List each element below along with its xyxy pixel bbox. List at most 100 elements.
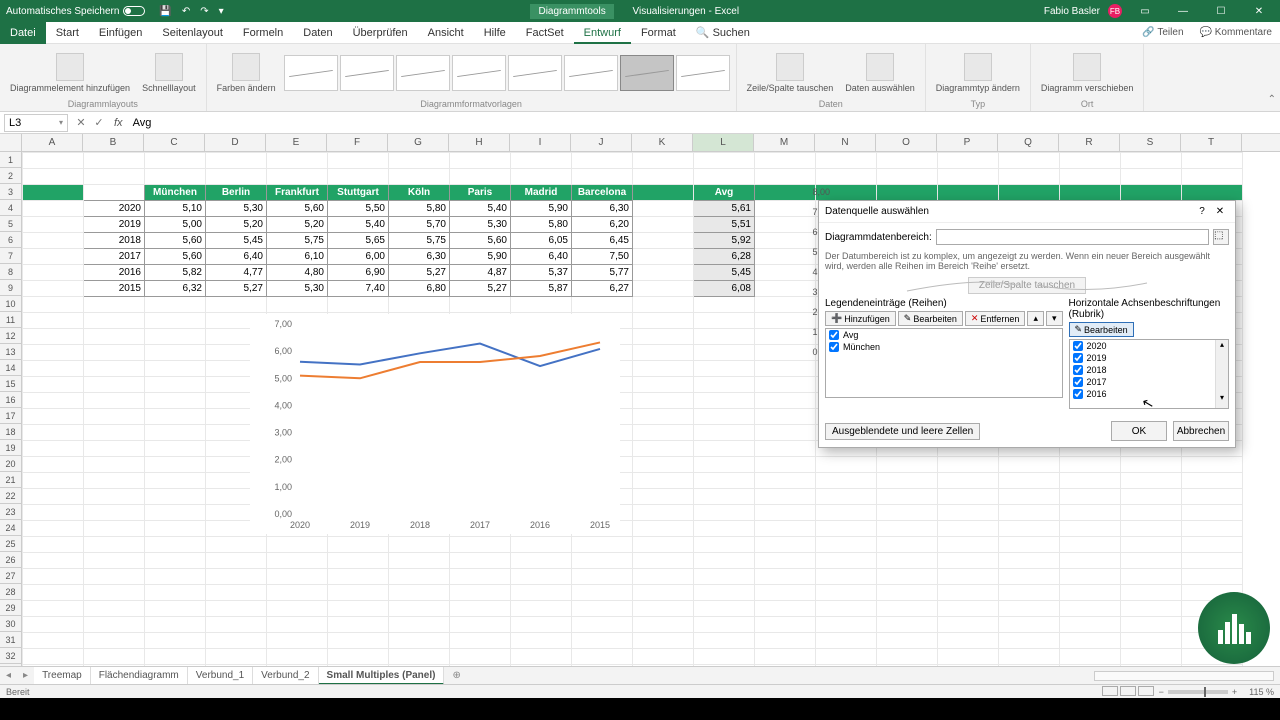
cell[interactable] (1121, 489, 1182, 505)
cell[interactable]: 6,40 (511, 249, 572, 265)
hidden-cells-button[interactable]: Ausgeblendete und leere Zellen (825, 423, 980, 440)
embedded-chart[interactable]: 0,001,002,003,004,005,006,007,0020202019… (250, 314, 620, 534)
cell[interactable]: 4,87 (450, 265, 511, 281)
zoom-out-icon[interactable]: − (1159, 687, 1164, 697)
cell[interactable] (633, 297, 694, 313)
col-header[interactable]: S (1120, 134, 1181, 151)
cell[interactable]: 5,60 (267, 201, 328, 217)
comments-button[interactable]: 💬 Kommentare (1192, 27, 1280, 38)
series-up-button[interactable]: ▴ (1027, 311, 1044, 326)
cell[interactable] (84, 153, 145, 169)
cell[interactable]: 4,80 (267, 265, 328, 281)
cell[interactable] (694, 521, 755, 537)
cell[interactable] (1182, 521, 1243, 537)
cell[interactable] (999, 617, 1060, 633)
cell[interactable]: Avg (694, 185, 755, 201)
cell[interactable] (206, 585, 267, 601)
cell[interactable] (1060, 585, 1121, 601)
cell[interactable] (877, 601, 938, 617)
cell[interactable] (1121, 617, 1182, 633)
cell[interactable] (1060, 521, 1121, 537)
cell[interactable] (755, 649, 816, 665)
cell[interactable] (633, 233, 694, 249)
cell[interactable] (145, 521, 206, 537)
cell[interactable] (23, 473, 84, 489)
cell[interactable] (389, 553, 450, 569)
cell[interactable] (633, 649, 694, 665)
cell[interactable] (1121, 569, 1182, 585)
cell[interactable] (1060, 649, 1121, 665)
cell[interactable] (877, 169, 938, 185)
cell[interactable] (145, 537, 206, 553)
formula-input[interactable]: Avg (129, 117, 1280, 129)
view-buttons[interactable] (1101, 686, 1155, 698)
ok-button[interactable]: OK (1111, 421, 1167, 441)
cell[interactable]: 6,27 (572, 281, 633, 297)
cell[interactable] (23, 441, 84, 457)
cell[interactable] (450, 569, 511, 585)
cell[interactable] (999, 473, 1060, 489)
add-series-button[interactable]: ➕Hinzufügen (825, 311, 896, 326)
cell[interactable] (267, 569, 328, 585)
cell[interactable] (877, 457, 938, 473)
cell[interactable] (145, 169, 206, 185)
tab-start[interactable]: Start (46, 22, 89, 44)
row-header[interactable]: 25 (0, 536, 21, 552)
cell[interactable] (206, 553, 267, 569)
cell[interactable]: 2020 (84, 201, 145, 217)
cell[interactable]: 5,70 (389, 217, 450, 233)
style-thumb[interactable] (452, 55, 506, 91)
cell[interactable] (572, 585, 633, 601)
cell[interactable] (999, 569, 1060, 585)
col-header[interactable]: B (83, 134, 144, 151)
cell[interactable]: 5,61 (694, 201, 755, 217)
cell[interactable] (389, 297, 450, 313)
cell[interactable] (145, 297, 206, 313)
cell[interactable] (84, 409, 145, 425)
cell[interactable] (1182, 169, 1243, 185)
cell[interactable]: 5,20 (267, 217, 328, 233)
cell[interactable] (755, 521, 816, 537)
cell[interactable]: 5,30 (206, 201, 267, 217)
cell[interactable] (877, 521, 938, 537)
cell[interactable] (389, 617, 450, 633)
cell[interactable] (1060, 617, 1121, 633)
cell[interactable] (1121, 169, 1182, 185)
cell[interactable] (23, 185, 84, 201)
tab-design[interactable]: Entwurf (574, 22, 631, 44)
close-icon[interactable]: ✕ (1244, 6, 1274, 17)
share-button[interactable]: 🔗 Teilen (1134, 27, 1191, 38)
cell[interactable] (755, 585, 816, 601)
row-header[interactable]: 11 (0, 312, 21, 328)
row-header[interactable]: 23 (0, 504, 21, 520)
cancel-button[interactable]: Abbrechen (1173, 421, 1229, 441)
col-header[interactable]: Q (998, 134, 1059, 151)
row-header[interactable]: 24 (0, 520, 21, 536)
cell[interactable] (84, 617, 145, 633)
cell[interactable] (633, 361, 694, 377)
cell[interactable] (145, 569, 206, 585)
cell[interactable] (267, 649, 328, 665)
cell[interactable] (938, 633, 999, 649)
qat-more-icon[interactable]: ▾ (219, 6, 224, 17)
row-header[interactable]: 8 (0, 264, 21, 280)
cell[interactable] (877, 649, 938, 665)
cell[interactable] (572, 617, 633, 633)
switch-row-col-button[interactable]: Zeile/Spalte tauschen (743, 51, 838, 95)
cell[interactable] (23, 521, 84, 537)
cell[interactable] (267, 553, 328, 569)
cell[interactable]: 5,40 (328, 217, 389, 233)
cell[interactable] (633, 185, 694, 201)
row-header[interactable]: 4 (0, 200, 21, 216)
row-header[interactable]: 19 (0, 440, 21, 456)
cell[interactable] (816, 489, 877, 505)
select-all-corner[interactable] (0, 134, 22, 152)
row-header[interactable]: 21 (0, 472, 21, 488)
cell[interactable]: 5,60 (145, 249, 206, 265)
save-icon[interactable]: 💾 (159, 6, 171, 17)
cell[interactable] (450, 297, 511, 313)
cell[interactable]: 5,27 (389, 265, 450, 281)
cell[interactable] (328, 553, 389, 569)
edit-axis-button[interactable]: ✎Bearbeiten (1069, 322, 1134, 337)
cell[interactable] (206, 537, 267, 553)
